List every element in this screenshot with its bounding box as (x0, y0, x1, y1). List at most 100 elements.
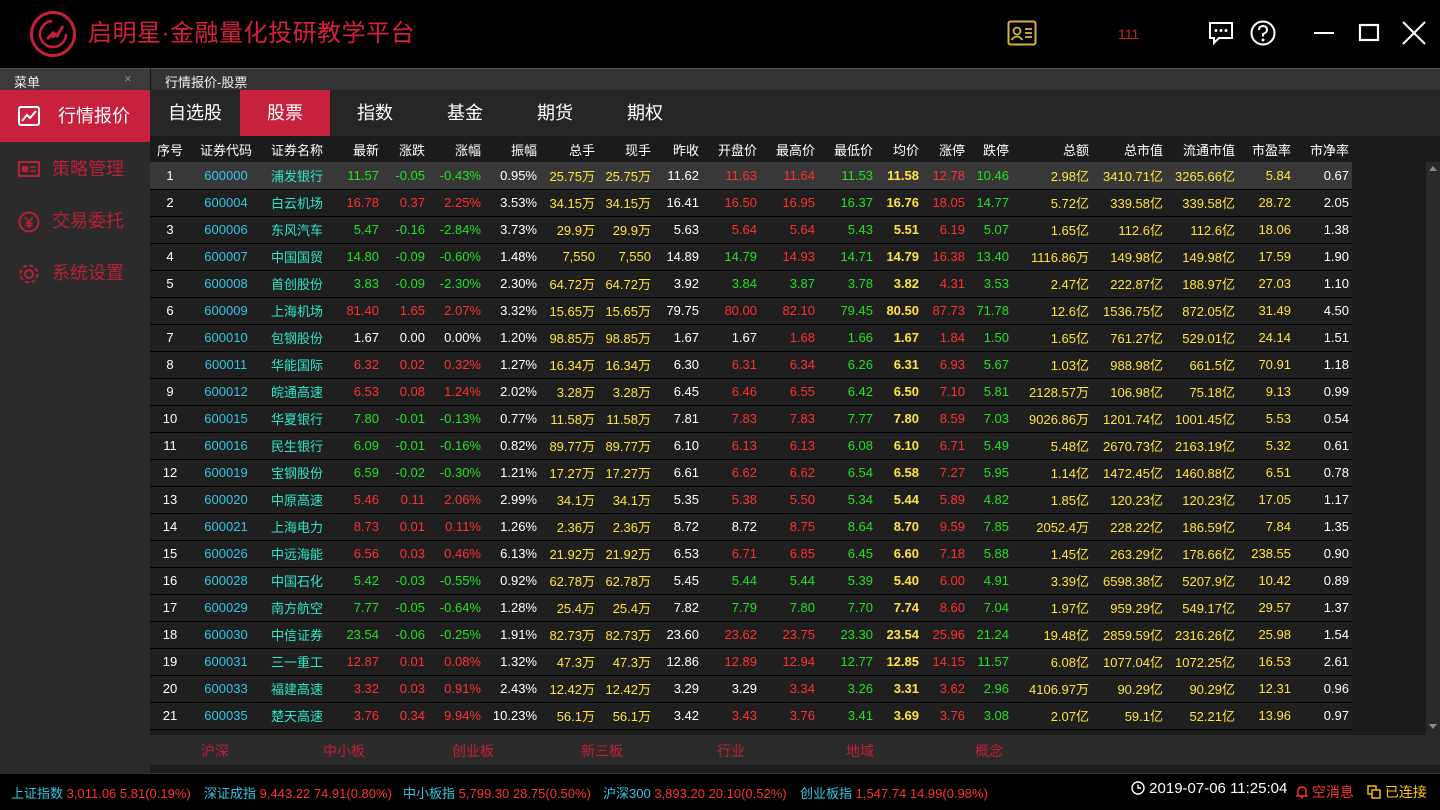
tab-stocks[interactable]: 股票 (240, 90, 330, 136)
table-cell: 600015 (190, 405, 262, 433)
column-header[interactable]: 序号 (150, 136, 190, 162)
table-row[interactable]: 14 600021 上海电力 8.73 0.01 0.11% 1.26% 2.36万 2.36万… (150, 513, 1352, 541)
column-header[interactable]: 涨幅 (428, 136, 484, 162)
table-cell: 1001.45亿 (1166, 405, 1238, 433)
category-concept[interactable]: 概念 (975, 741, 1003, 761)
column-header[interactable]: 总市值 (1092, 136, 1166, 162)
table-row[interactable]: 16 600028 中国石化 5.42 -0.03 -0.55% 0.92% 62.78万 62… (150, 567, 1352, 595)
table-row[interactable]: 18 600030 中信证券 23.54 -0.06 -0.25% 1.91% 82.73万 8… (150, 621, 1352, 649)
column-header[interactable]: 开盘价 (702, 136, 760, 162)
column-header[interactable]: 跌停 (968, 136, 1012, 162)
column-header[interactable]: 最低价 (818, 136, 876, 162)
category-gem[interactable]: 创业板 (452, 741, 494, 761)
table-cell: 16.78 (332, 189, 382, 217)
menu-panel-close-icon[interactable]: × (124, 71, 132, 86)
category-hushen[interactable]: 沪深 (201, 741, 229, 761)
table-row[interactable]: 1 600000 浦发银行 11.57 -0.05 -0.43% 0.95% 25.75万 25… (150, 162, 1352, 190)
table-row[interactable]: 6 600009 上海机场 81.40 1.65 2.07% 3.32% 15.65万 15.6… (150, 297, 1352, 325)
user-name[interactable]: 111 (1118, 24, 1139, 44)
table-cell: 3.32 (332, 675, 382, 703)
table-cell: 9.13 (1238, 378, 1294, 406)
table-header-row: 序号 证券代码 证券名称 最新 涨跌 涨幅 振幅 总手 现手 昨收 开盘价 最高价 最低价 均价 涨停 跌停总… (150, 136, 1352, 162)
table-row[interactable]: 10 600015 华夏银行 7.80 -0.01 -0.13% 0.77% 11.58万 11… (150, 405, 1352, 433)
column-header[interactable]: 总额 (1012, 136, 1092, 162)
column-header[interactable]: 涨停 (922, 136, 968, 162)
table-cell: 1.45亿 (1012, 540, 1092, 568)
table-row[interactable]: 9 600012 皖通高速 6.53 0.08 1.24% 2.02% 3.28万 3.28万 6… (150, 378, 1352, 406)
table-row[interactable]: 11 600016 民生银行 6.09 -0.01 -0.16% 0.82% 89.77万 89… (150, 432, 1352, 460)
table-cell: 64.72万 (598, 270, 654, 298)
index-hs300[interactable]: 沪深300 3,893.20 20.10(0.52%) (603, 783, 787, 802)
scroll-down-icon[interactable] (1429, 724, 1437, 729)
close-icon[interactable] (1400, 19, 1428, 47)
index-sme[interactable]: 中小板指 5,799.30 28.75(0.50%) (403, 783, 591, 802)
index-gem[interactable]: 创业板指 1,547.74 14.99(0.98%) (800, 783, 988, 802)
table-cell: 17 (150, 594, 190, 622)
category-region[interactable]: 地域 (846, 741, 874, 761)
table-cell: 600008 (190, 270, 262, 298)
column-header[interactable]: 现手 (598, 136, 654, 162)
table-row[interactable]: 21 600035 楚天高速 3.76 0.34 9.94% 10.23% 56.1万 56.1… (150, 702, 1352, 730)
table-cell: 2163.19亿 (1166, 432, 1238, 460)
table-row[interactable]: 5 600008 首创股份 3.83 -0.09 -2.30% 2.30% 64.72万 64.… (150, 270, 1352, 298)
table-cell: 2670.73亿 (1092, 432, 1166, 460)
column-header[interactable]: 振幅 (484, 136, 540, 162)
tab-watchlist[interactable]: 自选股 (150, 90, 240, 136)
sidebar-item-quotes[interactable]: 行情报价 (0, 90, 150, 142)
column-header[interactable]: 均价 (876, 136, 922, 162)
sidebar-item-strategy[interactable]: 策略管理 (0, 143, 150, 195)
table-cell: 29.9万 (540, 216, 598, 244)
index-sz[interactable]: 深证成指 9,443.22 74.91(0.80%) (204, 783, 392, 802)
table-row[interactable]: 20 600033 福建高速 3.32 0.03 0.91% 2.43% 12.42万 12.4… (150, 675, 1352, 703)
scroll-up-icon[interactable] (1429, 166, 1437, 171)
column-header[interactable]: 市盈率 (1238, 136, 1294, 162)
column-header[interactable]: 流通市值 (1166, 136, 1238, 162)
category-neeq[interactable]: 新三板 (581, 741, 623, 761)
tab-futures[interactable]: 期货 (510, 90, 600, 136)
column-header[interactable]: 涨跌 (382, 136, 428, 162)
table-row[interactable]: 4 600007 中国国贸 14.80 -0.09 -0.60% 1.48% 7,550 7,5… (150, 243, 1352, 271)
category-sme[interactable]: 中小板 (323, 741, 365, 761)
column-header[interactable]: 昨收 (654, 136, 702, 162)
maximize-icon[interactable] (1355, 19, 1383, 47)
table-cell: 761.27亿 (1092, 324, 1166, 352)
column-header[interactable]: 最新 (332, 136, 382, 162)
sidebar-item-trade[interactable]: 交易委托 (0, 195, 150, 247)
table-cell: 3.76 (922, 702, 968, 730)
column-header[interactable]: 最高价 (760, 136, 818, 162)
table-cell: 0.82% (484, 432, 540, 460)
help-icon[interactable] (1249, 19, 1277, 47)
column-header[interactable]: 总手 (540, 136, 598, 162)
table-row[interactable]: 15 600026 中远海能 6.56 0.03 0.46% 6.13% 21.92万 21.9… (150, 540, 1352, 568)
category-industry[interactable]: 行业 (717, 741, 745, 761)
message-status[interactable]: 空消息 (1295, 782, 1354, 802)
vertical-scrollbar[interactable] (1426, 162, 1440, 735)
table-row[interactable]: 19 600031 三一重工 12.87 0.01 0.08% 1.32% 47.3万 47.3… (150, 648, 1352, 676)
table-cell: 29.57 (1238, 594, 1294, 622)
tab-funds[interactable]: 基金 (420, 90, 510, 136)
table-row[interactable]: 7 600010 包钢股份 1.67 0.00 0.00% 1.20% 98.85万 98.85… (150, 324, 1352, 352)
table-row[interactable]: 8 600011 华能国际 6.32 0.02 0.32% 1.27% 16.34万 16.34… (150, 351, 1352, 379)
id-card-icon[interactable] (1007, 20, 1037, 46)
table-row[interactable]: 17 600029 南方航空 7.77 -0.05 -0.64% 1.28% 25.4万 25.… (150, 594, 1352, 622)
table-row[interactable]: 2 600004 白云机场 16.78 0.37 2.25% 3.53% 34.15万 34.1… (150, 189, 1352, 217)
column-header[interactable]: 证券代码 (190, 136, 262, 162)
table-cell: 34.15万 (598, 189, 654, 217)
table-row[interactable]: 13 600020 中原高速 5.46 0.11 2.06% 2.99% 34.1万 34.1万… (150, 486, 1352, 514)
table-cell: 9.59 (922, 513, 968, 541)
column-header[interactable]: 证券名称 (262, 136, 332, 162)
index-sh[interactable]: 上证指数 3,011.06 5.81(0.19%) (11, 783, 191, 802)
tab-index[interactable]: 指数 (330, 90, 420, 136)
table-cell: 600033 (190, 675, 262, 703)
minimize-icon[interactable] (1310, 19, 1338, 47)
content-panel-close-icon[interactable]: × (165, 71, 1427, 86)
table-cell: 7.80 (332, 405, 382, 433)
sidebar-item-settings[interactable]: 系统设置 (0, 247, 150, 299)
message-icon[interactable] (1207, 19, 1235, 47)
table-cell: 14.79 (876, 243, 922, 271)
table-cell: 0.32% (428, 351, 484, 379)
column-header[interactable]: 市净率 (1294, 136, 1352, 162)
tab-options[interactable]: 期权 (600, 90, 690, 136)
table-row[interactable]: 3 600006 东风汽车 5.47 -0.16 -2.84% 3.73% 29.9万 29.9… (150, 216, 1352, 244)
table-row[interactable]: 12 600019 宝钢股份 6.59 -0.02 -0.30% 1.21% 17.27万 17… (150, 459, 1352, 487)
